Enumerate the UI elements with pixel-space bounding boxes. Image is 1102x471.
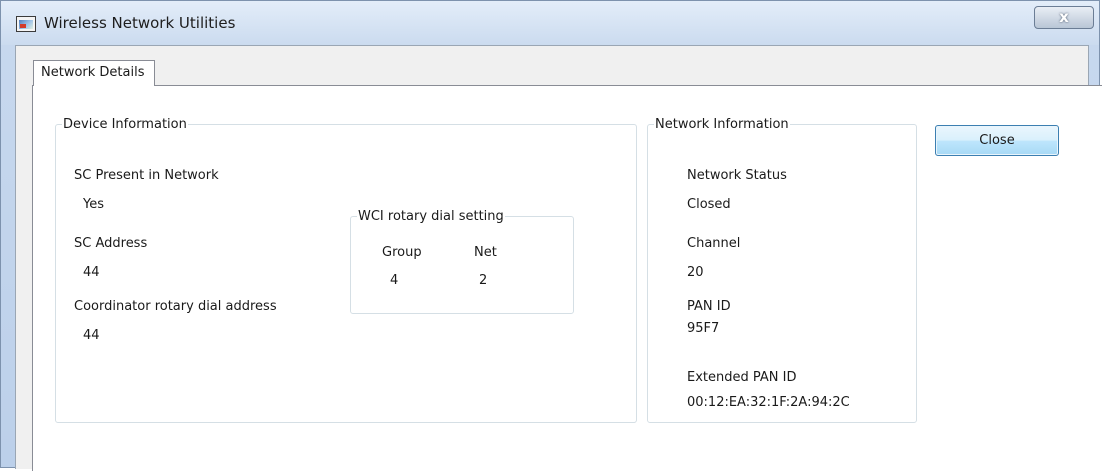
close-icon[interactable]: x bbox=[1034, 6, 1094, 29]
sc-address-label: SC Address bbox=[74, 236, 148, 251]
client-area: Network Details Device Information SC Pr… bbox=[15, 45, 1102, 471]
title-bar[interactable]: Wireless Network Utilities x bbox=[1, 1, 1099, 45]
network-status-value: Closed bbox=[687, 197, 731, 212]
wci-rotary-legend: WCI rotary dial setting bbox=[358, 209, 504, 224]
network-status-label: Network Status bbox=[687, 168, 787, 183]
tab-network-details[interactable]: Network Details bbox=[33, 60, 155, 86]
group-value: 4 bbox=[390, 273, 399, 288]
net-value: 2 bbox=[479, 273, 488, 288]
extended-pan-id-label: Extended PAN ID bbox=[687, 370, 797, 385]
channel-value: 20 bbox=[687, 265, 704, 280]
extended-pan-id-value: 00:12:EA:32:1F:2A:94:2C bbox=[687, 395, 850, 410]
pan-id-value: 95F7 bbox=[687, 321, 720, 336]
sc-present-value: Yes bbox=[83, 197, 104, 212]
coordinator-rotary-label: Coordinator rotary dial address bbox=[74, 299, 277, 314]
network-information-legend: Network Information bbox=[655, 117, 789, 132]
channel-label: Channel bbox=[687, 236, 741, 251]
tab-panel-network-details: Device Information SC Present in Network… bbox=[32, 85, 1102, 471]
app-window: Wireless Network Utilities x Network Det… bbox=[0, 0, 1102, 471]
sc-present-label: SC Present in Network bbox=[74, 168, 219, 183]
window-title: Wireless Network Utilities bbox=[44, 14, 236, 32]
network-utility-icon bbox=[16, 16, 36, 32]
close-button[interactable]: Close bbox=[935, 125, 1059, 156]
pan-id-label: PAN ID bbox=[687, 299, 731, 314]
sc-address-value: 44 bbox=[83, 265, 100, 280]
wci-rotary-group: WCI rotary dial setting bbox=[350, 209, 574, 314]
device-information-legend: Device Information bbox=[63, 117, 187, 132]
group-label: Group bbox=[382, 245, 422, 260]
net-label: Net bbox=[474, 245, 497, 260]
coordinator-rotary-value: 44 bbox=[83, 328, 100, 343]
